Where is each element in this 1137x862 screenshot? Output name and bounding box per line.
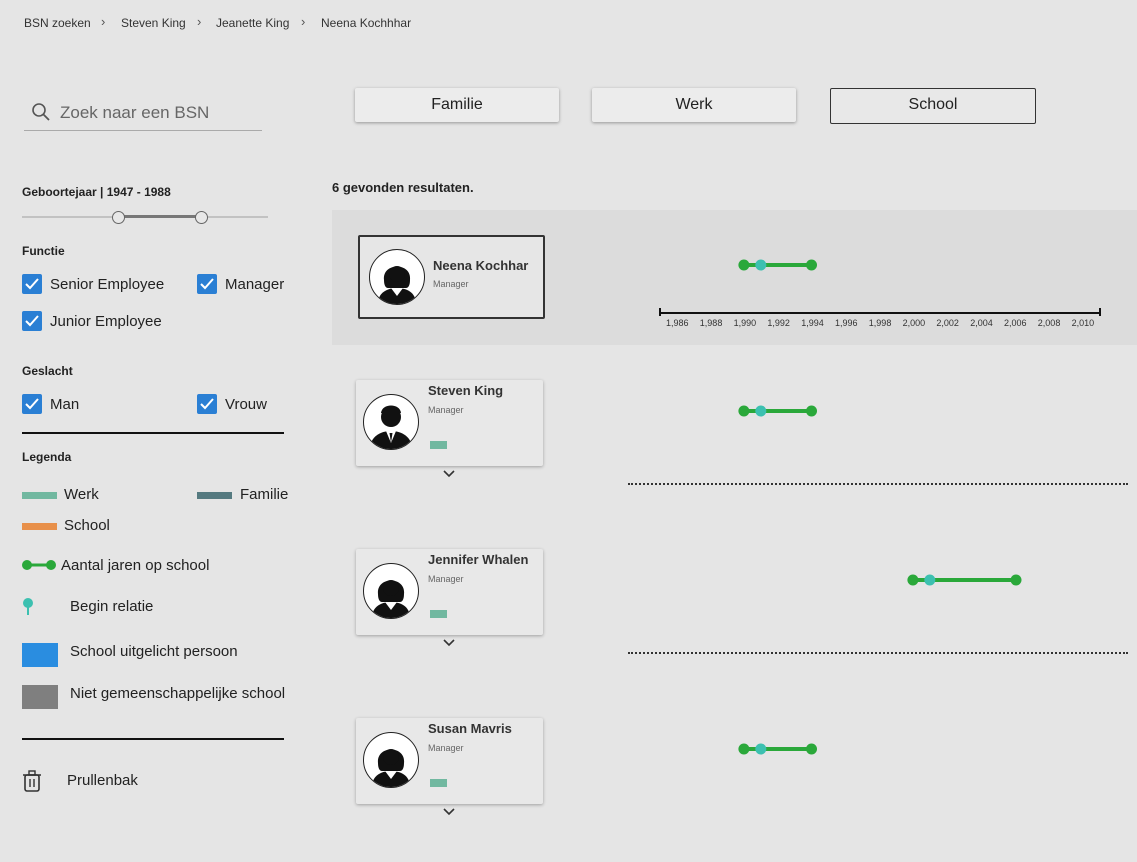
relation-begin-marker <box>755 259 767 271</box>
school-year-endpoint <box>806 259 818 271</box>
relation-begin-marker <box>924 574 936 586</box>
relation-begin-marker <box>755 743 767 755</box>
school-year-endpoint <box>738 259 750 271</box>
school-year-endpoint <box>806 743 818 755</box>
school-year-endpoint <box>907 574 919 586</box>
relation-begin-marker <box>755 405 767 417</box>
school-year-endpoint <box>806 405 818 417</box>
school-timelines <box>738 259 1022 755</box>
school-year-endpoint <box>1010 574 1022 586</box>
school-year-endpoint <box>738 405 750 417</box>
school-year-endpoint <box>738 743 750 755</box>
